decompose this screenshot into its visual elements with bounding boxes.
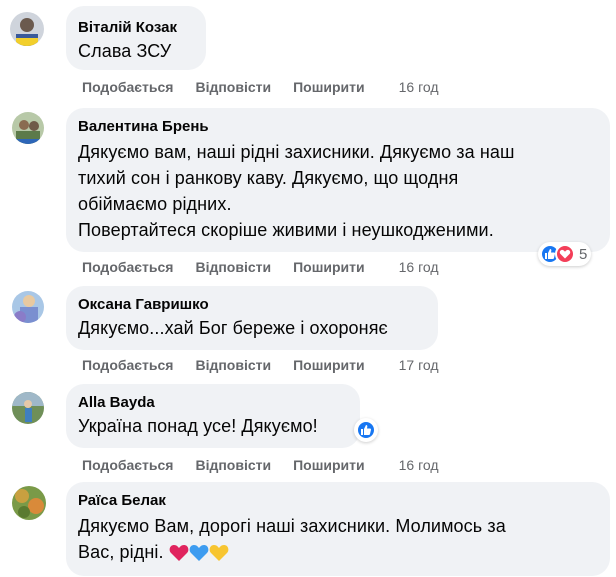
avatar[interactable] — [12, 392, 44, 424]
reply-button[interactable]: Відповісти — [195, 357, 271, 373]
comment-timestamp[interactable]: 17 год — [399, 357, 439, 373]
comment-bubble: Валентина Брень Дякуємо вам, наші рідні … — [66, 108, 610, 252]
avatar[interactable] — [10, 12, 44, 46]
comment-author[interactable]: Раїса Белак — [78, 491, 598, 511]
reply-button[interactable]: Відповісти — [195, 457, 271, 473]
share-button[interactable]: Поширити — [293, 79, 365, 95]
love-icon — [555, 244, 575, 264]
blue-heart-icon — [189, 545, 209, 562]
like-button[interactable]: Подобається — [82, 259, 173, 275]
comment-author[interactable]: Валентина Брень — [78, 117, 598, 137]
comment-text: Дякуємо Вам, дорогі наші захисники. Моли… — [78, 513, 598, 565]
comment-bubble: Віталій Козак Слава ЗСУ — [66, 6, 206, 70]
comment-author[interactable]: Оксана Гавришко — [78, 295, 426, 315]
share-button[interactable]: Поширити — [293, 457, 365, 473]
like-button[interactable]: Подобається — [82, 357, 173, 373]
reactions-summary[interactable] — [354, 418, 378, 442]
comment-text: Слава ЗСУ — [78, 41, 172, 61]
share-button[interactable]: Поширити — [293, 259, 365, 275]
comment-bubble: Alla Bayda Україна понад усе! Дякуємо! — [66, 384, 360, 448]
comment-author[interactable]: Alla Bayda — [78, 393, 348, 413]
avatar[interactable] — [12, 112, 44, 144]
comment-actions: Подобається Відповісти Поширити 16 год — [82, 457, 439, 473]
comment-bubble: Оксана Гавришко Дякуємо...хай Бог береже… — [66, 286, 438, 350]
reactions-count: 5 — [579, 245, 588, 263]
comment-text: Дякуємо вам, наші рідні захисники. Дякує… — [78, 142, 515, 240]
comment-actions: Подобається Відповісти Поширити 16 год — [82, 79, 439, 95]
comment-actions: Подобається Відповісти Поширити 16 год — [82, 259, 439, 275]
comment-bubble: Раїса Белак Дякуємо Вам, дорогі наші зах… — [66, 482, 610, 576]
reactions-summary[interactable]: 5 — [538, 242, 592, 266]
red-heart-icon — [169, 545, 189, 562]
comment-timestamp[interactable]: 16 год — [399, 79, 439, 95]
comment-author[interactable]: Віталій Козак — [78, 18, 194, 38]
heart-emojis — [169, 542, 229, 562]
share-button[interactable]: Поширити — [293, 357, 365, 373]
comment-timestamp[interactable]: 16 год — [399, 457, 439, 473]
avatar[interactable] — [12, 291, 44, 323]
comment-timestamp[interactable]: 16 год — [399, 259, 439, 275]
comment-actions: Подобається Відповісти Поширити 17 год — [82, 357, 439, 373]
like-icon — [356, 420, 376, 440]
comment-text: Дякуємо...хай Бог береже і охороняє — [78, 318, 388, 338]
avatar[interactable] — [12, 486, 46, 520]
comment-text-body: Дякуємо Вам, дорогі наші захисники. Моли… — [78, 516, 506, 562]
like-button[interactable]: Подобається — [82, 79, 173, 95]
reply-button[interactable]: Відповісти — [195, 79, 271, 95]
reply-button[interactable]: Відповісти — [195, 259, 271, 275]
like-button[interactable]: Подобається — [82, 457, 173, 473]
comment-text: Україна понад усе! Дякуємо! — [78, 416, 318, 436]
yellow-heart-icon — [209, 545, 229, 562]
